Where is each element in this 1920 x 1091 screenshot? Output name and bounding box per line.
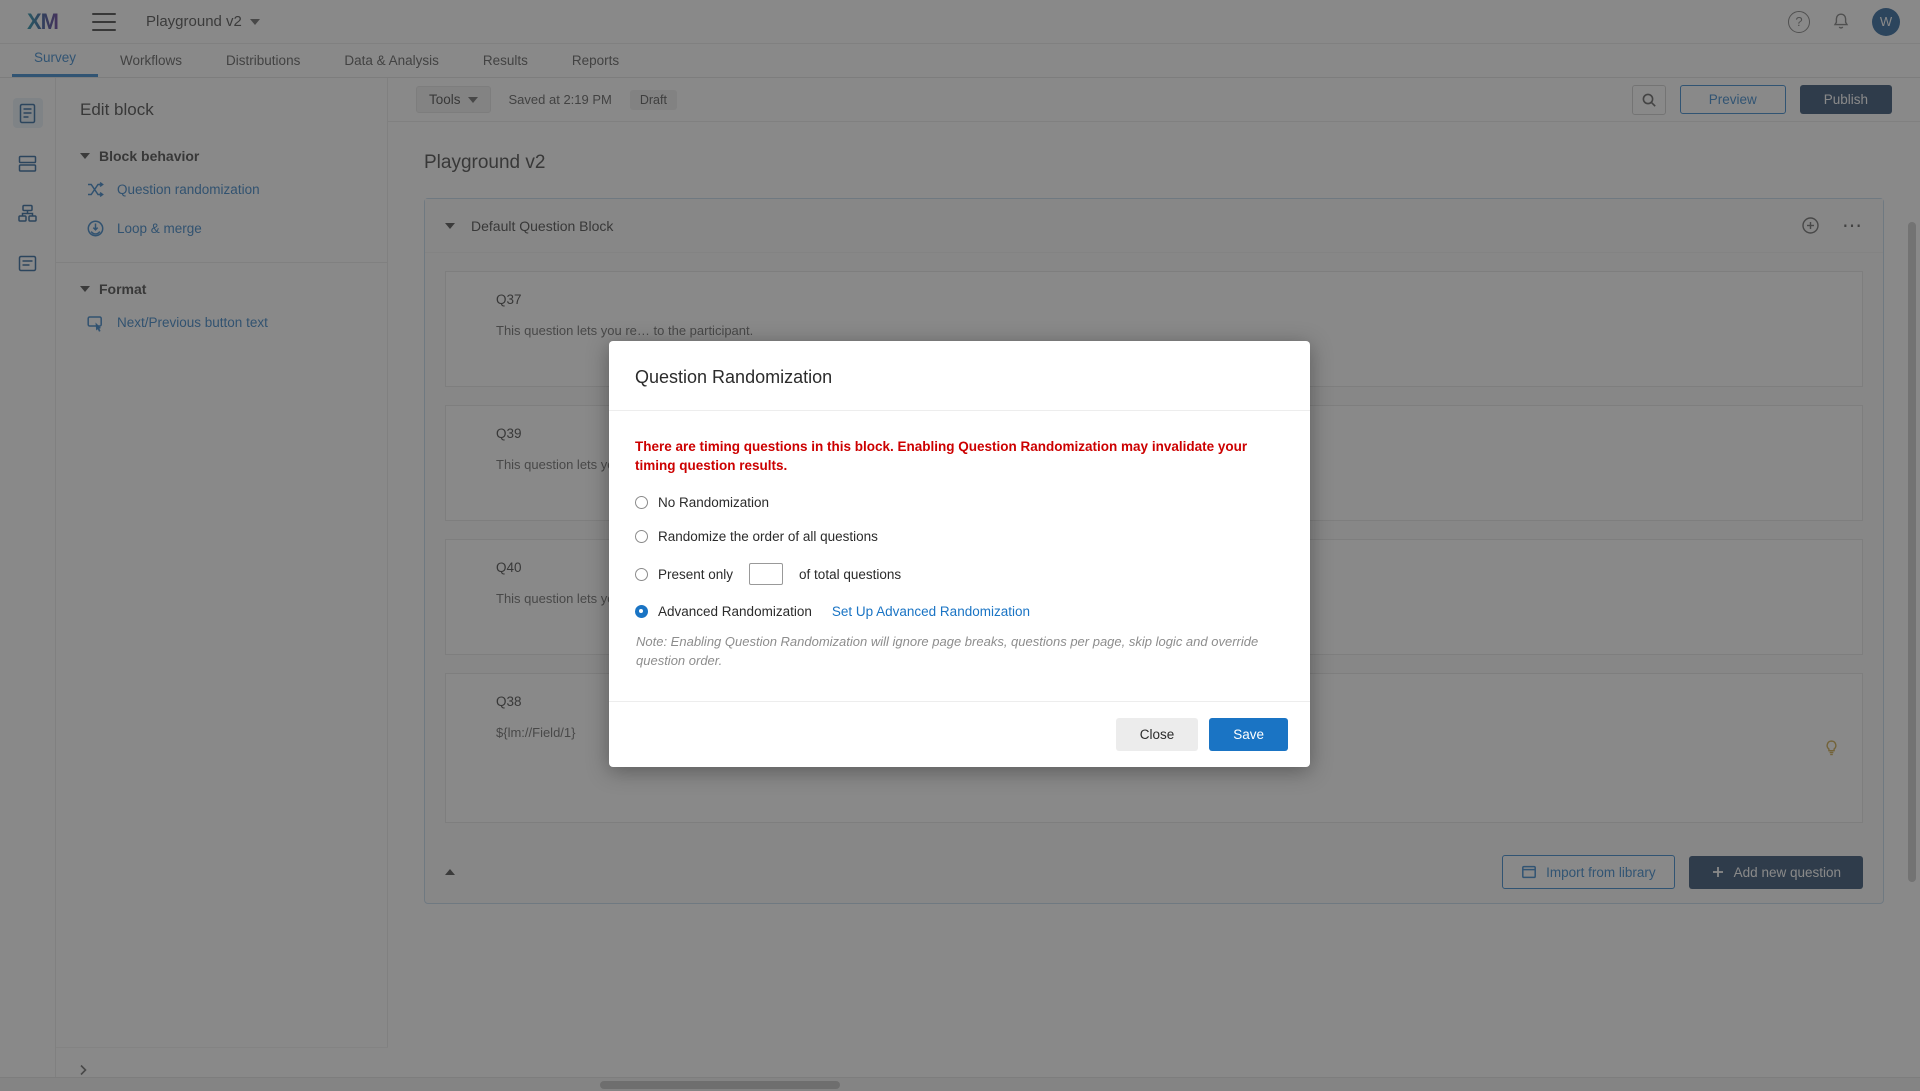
randomization-note: Note: Enabling Question Randomization wi… (636, 634, 1259, 669)
option-no-randomization[interactable]: No Randomization (635, 495, 1284, 510)
radio-randomize-all[interactable] (635, 530, 648, 544)
radio-advanced-randomization[interactable] (635, 605, 648, 619)
dialog-title: Question Randomization (635, 367, 833, 387)
dialog-header: Question Randomization (609, 341, 1310, 411)
close-button[interactable]: Close (1115, 718, 1199, 751)
option-label: Advanced Randomization (658, 604, 812, 620)
dialog-body: There are timing questions in this block… (609, 411, 1310, 701)
option-present-only[interactable]: Present only of total questions (635, 563, 1284, 586)
option-label: Randomize the order of all questions (658, 529, 878, 545)
option-advanced-randomization[interactable]: Advanced Randomization Set Up Advanced R… (635, 604, 1284, 619)
option-randomize-all[interactable]: Randomize the order of all questions (635, 529, 1284, 544)
option-label-before: Present only (658, 566, 734, 582)
present-only-count-input[interactable] (749, 563, 784, 586)
radio-no-randomization[interactable] (635, 496, 648, 510)
save-button[interactable]: Save (1209, 718, 1288, 751)
dialog-footer: Close Save (609, 701, 1310, 767)
option-label-after: of total questions (799, 566, 902, 582)
radio-present-only[interactable] (635, 567, 648, 581)
set-up-advanced-randomization-link[interactable]: Set Up Advanced Randomization (832, 604, 1030, 619)
option-label: No Randomization (658, 495, 770, 511)
question-randomization-dialog: Question Randomization There are timing … (609, 341, 1310, 767)
timing-warning-message: There are timing questions in this block… (635, 439, 1248, 474)
